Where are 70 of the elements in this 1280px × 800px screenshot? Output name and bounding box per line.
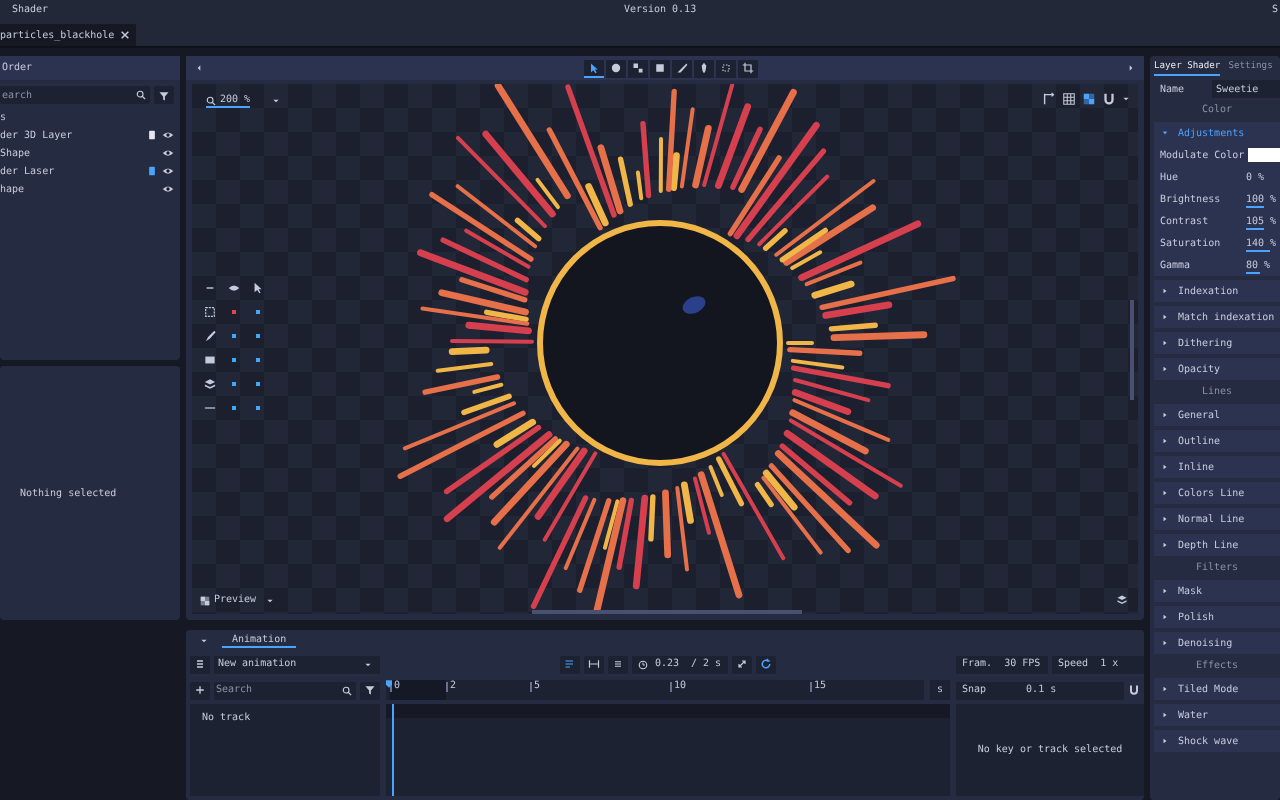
dashed-square-icon[interactable] bbox=[720, 62, 732, 74]
stack-icon[interactable] bbox=[204, 377, 216, 389]
playhead-line bbox=[392, 704, 394, 796]
refresh-button[interactable] bbox=[755, 655, 776, 673]
pin-icon[interactable] bbox=[698, 62, 710, 74]
circle-icon[interactable] bbox=[610, 62, 622, 74]
stop-button[interactable] bbox=[608, 655, 629, 673]
expand-button[interactable] bbox=[731, 655, 752, 673]
paint-tool-button[interactable] bbox=[606, 59, 626, 77]
rect-tool-button[interactable] bbox=[650, 59, 670, 77]
document-icon[interactable] bbox=[148, 166, 156, 176]
document-icon[interactable] bbox=[148, 130, 156, 140]
add-track-button[interactable] bbox=[190, 681, 210, 699]
refresh-icon[interactable] bbox=[759, 658, 772, 670]
collapse-left-button[interactable] bbox=[196, 64, 202, 72]
select-tool-button[interactable] bbox=[584, 59, 604, 77]
axes-toggle[interactable] bbox=[1042, 92, 1056, 106]
stack-lines-icon[interactable] bbox=[612, 658, 625, 670]
collapse-right-button[interactable] bbox=[1128, 64, 1134, 72]
filter-icon[interactable] bbox=[158, 89, 170, 101]
list-button[interactable] bbox=[190, 655, 210, 673]
zoom-icon[interactable] bbox=[206, 95, 216, 105]
step-icon[interactable] bbox=[588, 658, 601, 670]
pin-tool-button[interactable] bbox=[694, 59, 714, 77]
color-swatch[interactable] bbox=[1248, 148, 1280, 162]
list-icon[interactable] bbox=[194, 658, 206, 670]
stack-icon[interactable] bbox=[1116, 594, 1128, 606]
collapse-icon[interactable] bbox=[204, 281, 216, 293]
search-icon bbox=[136, 90, 146, 100]
clock-icon bbox=[638, 659, 649, 669]
eye-icon[interactable] bbox=[162, 148, 174, 158]
magnet-toggle[interactable] bbox=[1102, 92, 1116, 106]
lines-icon[interactable] bbox=[564, 658, 577, 670]
line-icon[interactable] bbox=[204, 401, 216, 413]
caret-down-icon[interactable] bbox=[1162, 130, 1168, 136]
eye-icon[interactable] bbox=[162, 130, 174, 140]
brush-icon[interactable] bbox=[676, 62, 688, 74]
selection-icon[interactable] bbox=[204, 305, 216, 317]
cursor-icon[interactable] bbox=[588, 62, 600, 74]
caret-icon[interactable] bbox=[1122, 96, 1130, 102]
move-tool-button[interactable] bbox=[628, 59, 648, 77]
search-icon bbox=[342, 685, 352, 695]
caret-icon[interactable] bbox=[364, 661, 372, 667]
grid-toggle[interactable] bbox=[1062, 92, 1076, 106]
square-icon[interactable] bbox=[654, 62, 666, 74]
image-icon[interactable] bbox=[204, 353, 216, 365]
filter-button[interactable] bbox=[360, 681, 380, 699]
eye-icon[interactable] bbox=[162, 166, 174, 176]
checker-toggle[interactable] bbox=[1082, 92, 1096, 106]
crop-tool-button[interactable] bbox=[738, 59, 758, 77]
crop-icon[interactable] bbox=[742, 62, 754, 74]
expand-icon[interactable] bbox=[735, 658, 748, 670]
filter-icon[interactable] bbox=[364, 684, 376, 696]
brush-icon[interactable] bbox=[204, 329, 216, 341]
step-button[interactable] bbox=[584, 655, 605, 673]
brush-tool-button[interactable] bbox=[672, 59, 692, 77]
eye-icon bbox=[228, 281, 240, 293]
caret-icon[interactable] bbox=[200, 637, 208, 643]
close-icon[interactable] bbox=[120, 30, 131, 40]
scrollbar[interactable] bbox=[1130, 300, 1134, 400]
caret-icon[interactable] bbox=[272, 98, 280, 104]
transform-tool-button[interactable] bbox=[716, 59, 736, 77]
cursor-icon bbox=[252, 281, 264, 293]
plus-icon[interactable] bbox=[194, 684, 206, 696]
scrollbar[interactable] bbox=[532, 610, 802, 614]
checker-icon[interactable] bbox=[200, 595, 210, 605]
squares-icon[interactable] bbox=[632, 62, 644, 74]
magnet-icon[interactable] bbox=[1128, 684, 1140, 696]
filter-button[interactable] bbox=[154, 86, 174, 104]
eye-icon[interactable] bbox=[162, 184, 174, 194]
